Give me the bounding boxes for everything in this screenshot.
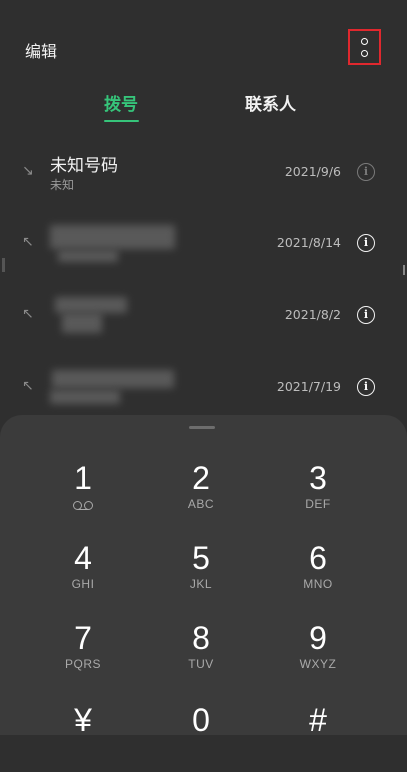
key-letters: JKL [189, 577, 213, 591]
key-letters: TUV [188, 657, 214, 671]
edit-button[interactable]: 编辑 [25, 38, 57, 62]
call-date: 2021/7/19 [276, 379, 341, 394]
key-digit: # [309, 702, 327, 738]
key-4[interactable]: 4 GHI [23, 540, 143, 610]
key-letters: ABC [187, 497, 215, 511]
redacted-name [50, 225, 175, 249]
key-letters: DEF [305, 497, 331, 511]
key-letters: MNO [303, 577, 333, 591]
dial-pad: 1 2 ABC 3 DEF 4 GHI 5 JKL 6 MNO 7 PQRS 8… [0, 415, 407, 738]
key-9[interactable]: 9 WXYZ [258, 620, 378, 690]
info-icon[interactable]: i [357, 234, 375, 252]
more-vertical-icon-dot [361, 49, 368, 57]
key-digit: 1 [74, 460, 92, 496]
key-2[interactable]: 2 ABC [141, 460, 261, 530]
key-1[interactable]: 1 [23, 460, 143, 530]
redacted-name [55, 297, 127, 313]
key-3[interactable]: 3 DEF [258, 460, 378, 530]
key-digit: 7 [74, 620, 92, 656]
key-digit: 5 [192, 540, 210, 576]
tab-dial[interactable]: 拨号 [104, 90, 138, 115]
redacted-subtitle [58, 250, 118, 262]
tab-bar: 拨号 联系人 [0, 86, 407, 126]
key-letters: WXYZ [299, 657, 337, 671]
drag-handle[interactable] [189, 426, 215, 429]
key-8[interactable]: 8 TUV [141, 620, 261, 690]
more-vertical-icon [361, 37, 368, 45]
edge-marker [2, 258, 5, 272]
call-date: 2021/8/2 [284, 307, 341, 322]
active-tab-indicator [104, 120, 139, 122]
info-icon[interactable]: i [357, 378, 375, 396]
redacted-subtitle [50, 390, 120, 404]
key-digit: 6 [309, 540, 327, 576]
app-header: 编辑 [0, 0, 407, 80]
key-digit: ¥ [74, 702, 92, 738]
voicemail-icon [73, 501, 93, 511]
outgoing-call-icon: ↖ [22, 234, 34, 250]
info-icon[interactable]: i [357, 163, 375, 181]
outgoing-call-icon: ↖ [22, 306, 34, 322]
caller-subtitle: 未知 [50, 178, 75, 192]
tab-contacts[interactable]: 联系人 [245, 90, 296, 115]
key-hash[interactable]: # [258, 702, 378, 772]
call-log-row[interactable]: ↖ 2021/7/19 i [0, 357, 407, 417]
call-log-row[interactable]: ↘ 未知号码 未知 2021/9/6 i [0, 145, 407, 205]
key-yen[interactable]: ¥ [23, 702, 143, 772]
caller-name: 未知号码 [50, 156, 118, 176]
key-digit: 0 [192, 702, 210, 738]
key-digit: 8 [192, 620, 210, 656]
key-digit: 9 [309, 620, 327, 656]
key-digit: 4 [74, 540, 92, 576]
redacted-name [52, 370, 174, 388]
call-log-row[interactable]: ↖ 2021/8/14 i [0, 212, 407, 272]
edge-marker [403, 265, 405, 275]
info-icon[interactable]: i [357, 306, 375, 324]
key-5[interactable]: 5 JKL [141, 540, 261, 610]
key-6[interactable]: 6 MNO [258, 540, 378, 610]
call-date: 2021/9/6 [284, 164, 341, 179]
more-options-button[interactable] [348, 29, 381, 65]
incoming-call-icon: ↘ [22, 163, 34, 179]
redacted-subtitle [62, 313, 102, 333]
key-letters: GHI [71, 577, 95, 591]
call-date: 2021/8/14 [276, 235, 341, 250]
key-letters: PQRS [64, 657, 101, 671]
key-0[interactable]: 0 [141, 702, 261, 772]
key-digit: 2 [192, 460, 210, 496]
key-digit: 3 [309, 460, 327, 496]
key-7[interactable]: 7 PQRS [23, 620, 143, 690]
outgoing-call-icon: ↖ [22, 378, 34, 394]
call-log-row[interactable]: ↖ 2021/8/2 i [0, 285, 407, 345]
